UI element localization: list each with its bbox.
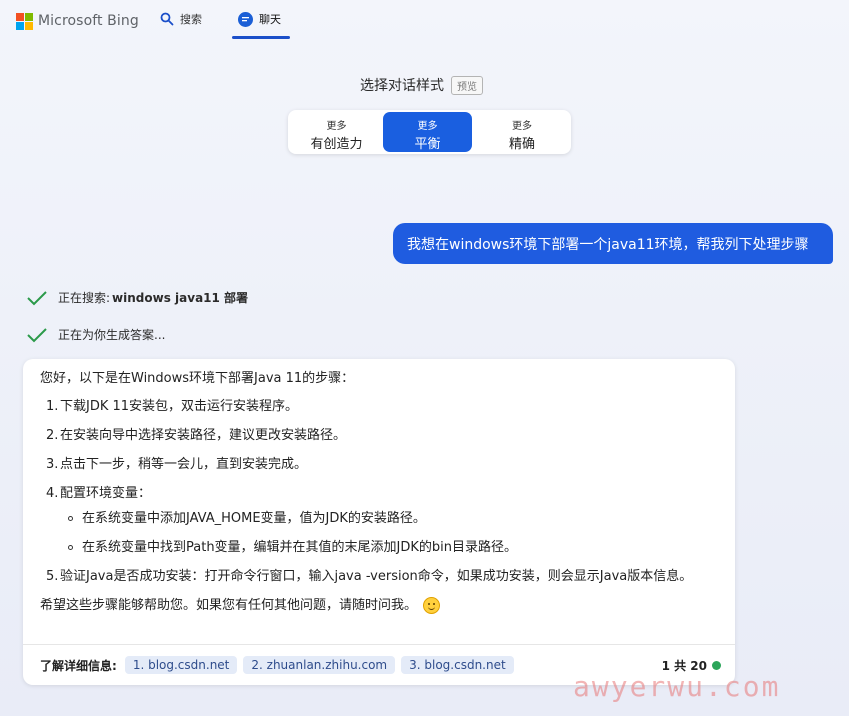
answer-steps: 1. 下载JDK 11安装包，双击运行安装程序。 2. 在安装向导中选择安装路径… (40, 397, 721, 586)
nav-search-label: 搜索 (180, 13, 202, 26)
chat-icon (238, 11, 253, 27)
step-text: 验证Java是否成功安装：打开命令行窗口，输入java -version命令，如… (60, 569, 693, 584)
smile-emoji-icon (423, 597, 441, 614)
list-item: 1. 下载JDK 11安装包，双击运行安装程序。 (40, 397, 721, 416)
bullet-icon (68, 509, 82, 528)
sub-step-text: 在系统变量中找到Path变量，编辑并在其值的末尾添加JDK的bin目录路径。 (82, 540, 518, 555)
style-balanced-button[interactable]: 更多 平衡 (383, 112, 472, 152)
step-text: 点击下一步，稍等一会儿，直到安装完成。 (60, 457, 308, 472)
step-number: 2. (46, 428, 59, 443)
search-icon (160, 12, 174, 26)
bullet-icon (68, 538, 82, 557)
searching-query: windows java11 部署 (112, 291, 249, 305)
list-item: 4. 配置环境变量： 在系统变量中添加JAVA_HOME变量，值为JDK的安装路… (40, 484, 721, 557)
sub-list-item: 在系统变量中添加JAVA_HOME变量，值为JDK的安装路径。 (60, 509, 721, 528)
generating-text: 正在为你生成答案... (58, 328, 166, 342)
check-icon (27, 290, 47, 305)
list-item: 2. 在安装向导中选择安装路径，建议更改安装路径。 (40, 426, 721, 445)
list-item: 3. 点击下一步，稍等一会儿，直到安装完成。 (40, 455, 721, 474)
check-icon (27, 327, 47, 342)
step-number: 5. (46, 569, 59, 584)
top-nav: Microsoft Bing 搜索 聊天 (0, 0, 849, 42)
step-text: 配置环境变量： (60, 486, 152, 501)
watermark: awyerwu.com (573, 670, 781, 703)
style-balanced-line1: 更多 (417, 121, 438, 132)
user-message-text: 我想在windows环境下部署一个java11环境，帮我列下处理步骤 (407, 236, 809, 253)
step-number: 3. (46, 457, 59, 472)
card-divider (23, 644, 735, 645)
style-precise-line1: 更多 (512, 121, 532, 132)
style-creative-line2: 有创造力 (310, 137, 363, 152)
step-number: 1. (46, 399, 59, 414)
sub-step-text: 在系统变量中添加JAVA_HOME变量，值为JDK的安装路径。 (82, 511, 426, 526)
nav-chat-label: 聊天 (259, 13, 281, 26)
step-text: 在安装向导中选择安装路径，建议更改安装路径。 (60, 428, 347, 443)
answer-intro: 您好，以下是在Windows环境下部署Java 11的步骤： (40, 371, 355, 386)
nav-chat-tab[interactable]: 聊天 (238, 11, 281, 27)
outro-text: 希望这些步骤能够帮助您。如果您有任何其他问题，请随时问我。 (40, 598, 418, 613)
status-searching: 正在搜索: windows java11 部署 (26, 289, 248, 306)
step-number: 4. (46, 486, 59, 501)
bing-logo[interactable]: Microsoft Bing (16, 11, 139, 31)
style-precise-button[interactable]: 更多 精确 (476, 112, 568, 152)
conversation-style-toggle: 更多 有创造力 更多 平衡 更多 精确 (288, 110, 571, 154)
user-message-bubble: 我想在windows环境下部署一个java11环境，帮我列下处理步骤 (393, 223, 833, 264)
source-link-3[interactable]: 3. blog.csdn.net (401, 656, 514, 674)
list-item: 5. 验证Java是否成功安装：打开命令行窗口，输入java -version命… (40, 567, 721, 586)
source-link-1[interactable]: 1. blog.csdn.net (124, 656, 238, 674)
step-body: 配置环境变量： 在系统变量中添加JAVA_HOME变量，值为JDK的安装路径。 … (60, 484, 721, 557)
style-selector-title: 选择对话样式 预览 (360, 75, 483, 95)
sub-list-item: 在系统变量中找到Path变量，编辑并在其值的末尾添加JDK的bin目录路径。 (60, 538, 721, 557)
answer-body: 您好，以下是在Windows环境下部署Java 11的步骤： 1. 下载JDK … (40, 369, 721, 615)
searching-prefix: 正在搜索: (58, 291, 111, 305)
bing-answer-card: 您好，以下是在Windows环境下部署Java 11的步骤： 1. 下载JDK … (23, 359, 735, 685)
source-link-2[interactable]: 2. zhuanlan.zhihu.com (243, 656, 396, 674)
status-dot-icon (712, 661, 721, 670)
answer-outro: 希望这些步骤能够帮助您。如果您有任何其他问题，请随时问我。 (40, 596, 721, 615)
sub-steps: 在系统变量中添加JAVA_HOME变量，值为JDK的安装路径。 在系统变量中找到… (60, 509, 721, 557)
style-creative-line1: 更多 (326, 121, 347, 132)
learn-more-label: 了解详细信息: (40, 658, 117, 673)
active-tab-indicator (232, 36, 290, 39)
style-balanced-line2: 平衡 (414, 137, 441, 152)
style-title-text: 选择对话样式 (360, 78, 444, 94)
status-generating: 正在为你生成答案... (26, 326, 165, 343)
brand-name: Microsoft Bing (38, 13, 139, 29)
nav-search-tab[interactable]: 搜索 (160, 11, 202, 27)
preview-badge: 预览 (451, 75, 483, 95)
step-text: 下载JDK 11安装包，双击运行安装程序。 (60, 399, 299, 414)
style-precise-line2: 精确 (508, 137, 535, 152)
microsoft-logo-icon (16, 12, 33, 30)
style-creative-button[interactable]: 更多 有创造力 (291, 112, 382, 152)
